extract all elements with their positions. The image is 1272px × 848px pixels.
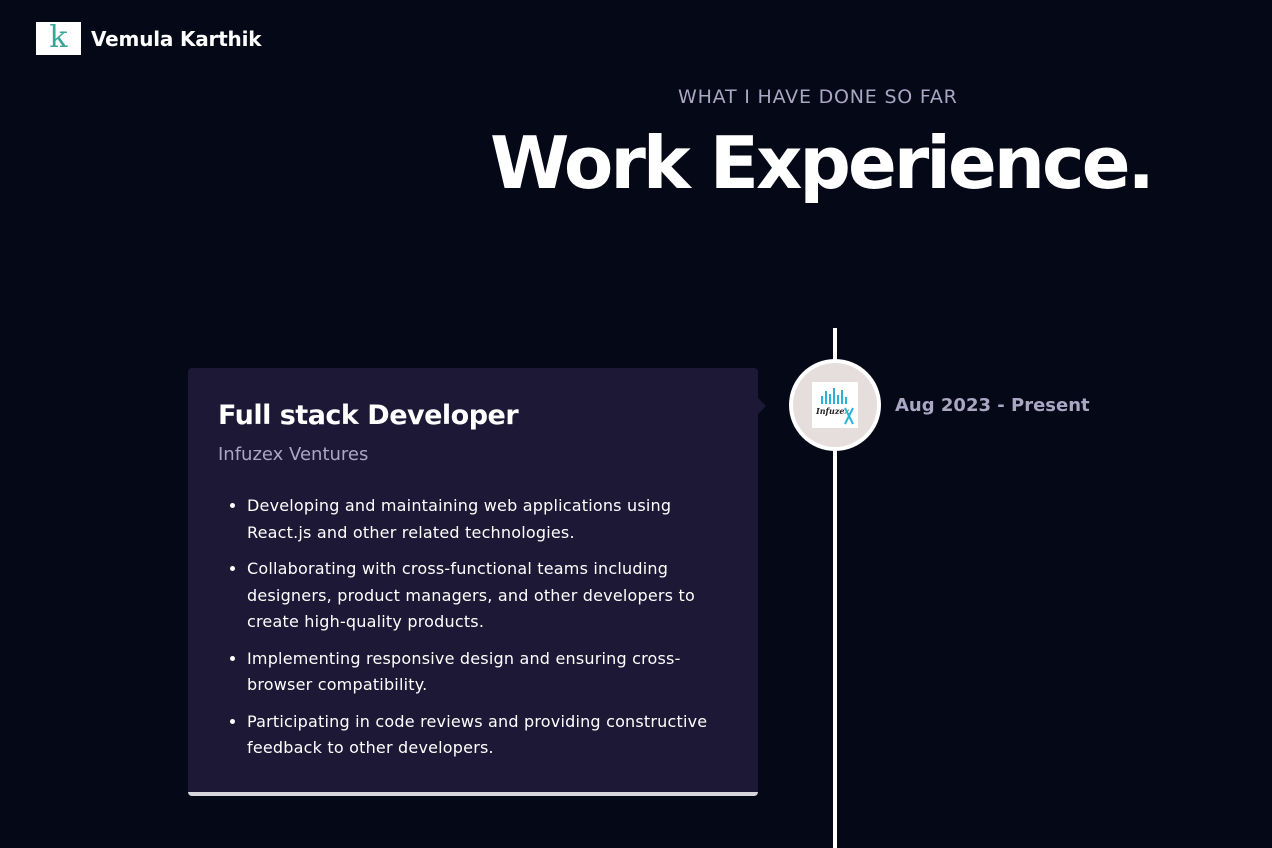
experience-points: Developing and maintaining web applicati… [218, 493, 728, 762]
company-name: Infuzex Ventures [218, 444, 369, 466]
infuzex-logo: Infuzex [812, 382, 858, 428]
brand-logo-letter: k [49, 22, 68, 55]
timeline-icon: Infuzex [793, 363, 877, 447]
brand-name: Vemula Karthik [91, 26, 262, 51]
experience-point: Participating in code reviews and provid… [247, 709, 728, 762]
brand-link[interactable]: k Vemula Karthik [36, 22, 262, 55]
infuzex-logo-icon: Infuzex [815, 388, 854, 425]
brand-logo: k [36, 22, 81, 55]
experience-point: Collaborating with cross-functional team… [247, 556, 728, 636]
experience-card: Full stack Developer Infuzex Ventures De… [188, 368, 758, 796]
section-subtitle: WHAT I HAVE DONE SO FAR [678, 86, 958, 108]
infuzex-logo-text: Infuzex [815, 406, 849, 416]
experience-point: Developing and maintaining web applicati… [247, 493, 728, 546]
job-title: Full stack Developer [218, 400, 519, 431]
card-arrow [758, 398, 766, 414]
experience-date: Aug 2023 - Present [895, 395, 1090, 416]
experience-point: Implementing responsive design and ensur… [247, 646, 728, 699]
section-title: Work Experience. [490, 121, 1155, 205]
